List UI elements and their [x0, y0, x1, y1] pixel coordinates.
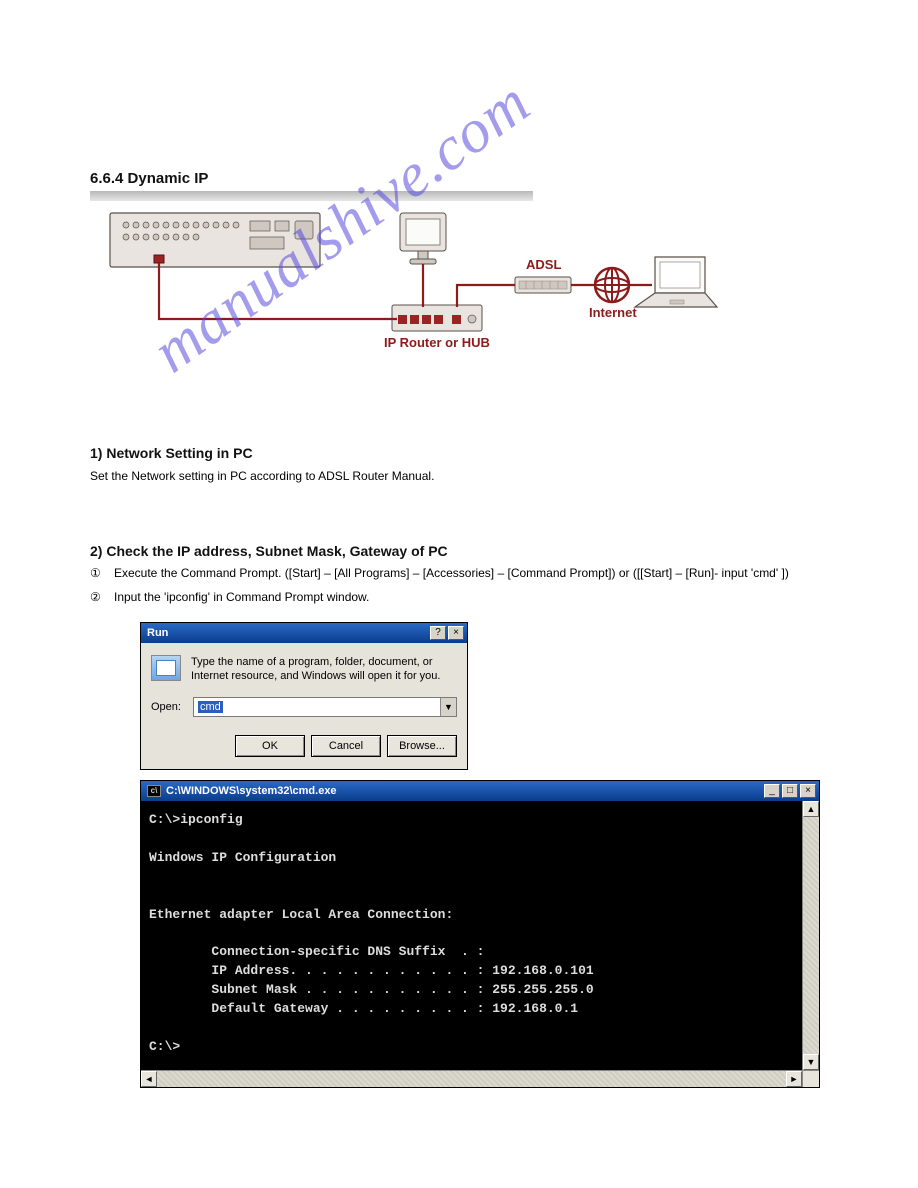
cmd-output: C:\>ipconfig Windows IP Configuration Et… — [141, 801, 802, 1070]
run-titlebar: Run ? × — [141, 623, 467, 643]
run-open-value: cmd — [198, 701, 223, 713]
bullet-2-num: ② — [90, 587, 114, 607]
ok-button[interactable]: OK — [235, 735, 305, 757]
cancel-button[interactable]: Cancel — [311, 735, 381, 757]
run-description: Type the name of a program, folder, docu… — [191, 655, 457, 684]
scroll-down-icon[interactable]: ▼ — [803, 1054, 819, 1070]
subheading-1: 1) Network Setting in PC — [90, 445, 828, 461]
scroll-track-v[interactable] — [803, 817, 819, 1054]
sub1-body: Set the Network setting in PC according … — [90, 467, 828, 485]
subheading-2: 2) Check the IP address, Subnet Mask, Ga… — [90, 543, 828, 559]
scroll-track-h[interactable] — [157, 1071, 786, 1087]
run-title: Run — [147, 627, 168, 639]
vertical-scrollbar[interactable]: ▲ ▼ — [802, 801, 819, 1070]
close-button[interactable]: × — [800, 784, 816, 798]
cmd-titlebar: c\ C:\WINDOWS\system32\cmd.exe _ □ × — [141, 781, 819, 801]
router-label: IP Router or HUB — [384, 335, 490, 350]
run-close-button[interactable]: × — [448, 626, 464, 640]
header-rule — [90, 191, 533, 201]
run-open-combobox[interactable]: cmd ▼ — [193, 697, 457, 717]
scroll-up-icon[interactable]: ▲ — [803, 801, 819, 817]
run-icon — [151, 655, 181, 681]
network-diagram: ADSL Internet IP Router or HUB — [100, 207, 720, 387]
scroll-left-icon[interactable]: ◄ — [141, 1071, 157, 1087]
horizontal-scrollbar[interactable]: ◄ ► — [141, 1070, 819, 1087]
scrollbar-corner — [802, 1071, 819, 1087]
chevron-down-icon[interactable]: ▼ — [440, 698, 456, 716]
run-help-button[interactable]: ? — [430, 626, 446, 640]
adsl-label: ADSL — [526, 257, 561, 272]
minimize-button[interactable]: _ — [764, 784, 780, 798]
bullet-1: ① Execute the Command Prompt. ([Start] –… — [90, 563, 828, 583]
maximize-button[interactable]: □ — [782, 784, 798, 798]
bullet-2-text: Input the 'ipconfig' in Command Prompt w… — [114, 587, 369, 607]
scroll-right-icon[interactable]: ► — [786, 1071, 802, 1087]
cmd-app-icon: c\ — [147, 785, 161, 797]
bullet-2: ② Input the 'ipconfig' in Command Prompt… — [90, 587, 828, 607]
cmd-window: c\ C:\WINDOWS\system32\cmd.exe _ □ × C:\… — [140, 780, 820, 1088]
browse-button[interactable]: Browse... — [387, 735, 457, 757]
bullet-1-num: ① — [90, 563, 114, 583]
diagram-svg — [100, 207, 720, 387]
section-title: 6.6.4 Dynamic IP — [90, 170, 828, 187]
internet-label: Internet — [589, 305, 637, 320]
run-dialog: Run ? × Type the name of a program, fold… — [140, 622, 468, 771]
cmd-title: C:\WINDOWS\system32\cmd.exe — [166, 785, 337, 797]
bullet-1-text: Execute the Command Prompt. ([Start] – [… — [114, 563, 789, 583]
run-open-label: Open: — [151, 701, 181, 713]
